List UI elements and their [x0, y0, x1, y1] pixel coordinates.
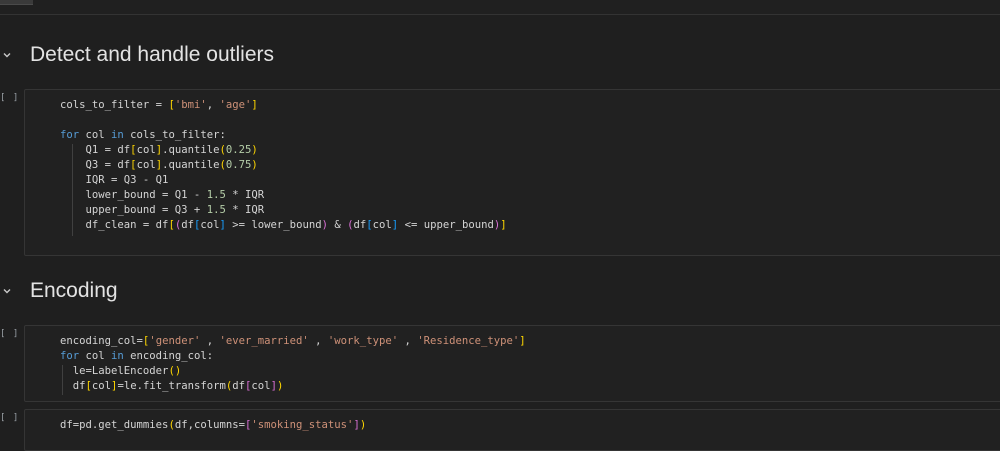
code-line: df_clean = df[(df[col] >= lower_bound) &…: [60, 219, 507, 231]
code-cell[interactable]: encoding_col=['gender' , 'ever_married' …: [24, 325, 1000, 402]
code-line: upper_bound = Q3 + 1.5 * IQR: [60, 204, 265, 216]
section-heading: Detect and handle outliers: [30, 43, 274, 66]
code-line: df[col]=le.fit_transform(df[col]): [60, 380, 284, 392]
toolbar-tab[interactable]: [0, 0, 33, 5]
code-editor[interactable]: cols_to_filter = ['bmi', 'age'] for col …: [60, 98, 507, 233]
code-line: IQR = Q3 - Q1: [60, 174, 169, 186]
code-line: for col in encoding_col:: [60, 350, 214, 362]
code-cell[interactable]: df=pd.get_dummies(df,columns=['smoking_s…: [24, 409, 1000, 451]
code-line: encoding_col=['gender' , 'ever_married' …: [60, 335, 526, 347]
code-line: le=LabelEncoder(): [60, 365, 182, 377]
chevron-down-icon: [2, 286, 12, 296]
code-editor[interactable]: df=pd.get_dummies(df,columns=['smoking_s…: [60, 418, 366, 433]
code-line: Q1 = df[col].quantile(0.25): [60, 144, 258, 156]
cell-run-button[interactable]: [ ]: [0, 329, 19, 339]
code-line: for col in cols_to_filter:: [60, 129, 226, 141]
divider: [0, 14, 1000, 15]
code-line: df=pd.get_dummies(df,columns=['smoking_s…: [60, 419, 367, 431]
code-cell[interactable]: cols_to_filter = ['bmi', 'age'] for col …: [24, 89, 1000, 256]
code-line: cols_to_filter = ['bmi', 'age']: [60, 99, 258, 111]
section-collapse-toggle[interactable]: [2, 50, 12, 60]
top-toolbar-strip: [0, 0, 1000, 14]
code-line: Q3 = df[col].quantile(0.75): [60, 159, 258, 171]
code-line: lower_bound = Q1 - 1.5 * IQR: [60, 189, 265, 201]
chevron-down-icon: [2, 50, 12, 60]
section-collapse-toggle[interactable]: [2, 286, 12, 296]
code-editor[interactable]: encoding_col=['gender' , 'ever_married' …: [60, 334, 526, 394]
cell-run-button[interactable]: [ ]: [0, 93, 19, 103]
cell-run-button[interactable]: [ ]: [0, 413, 19, 423]
section-heading: Encoding: [30, 279, 118, 302]
